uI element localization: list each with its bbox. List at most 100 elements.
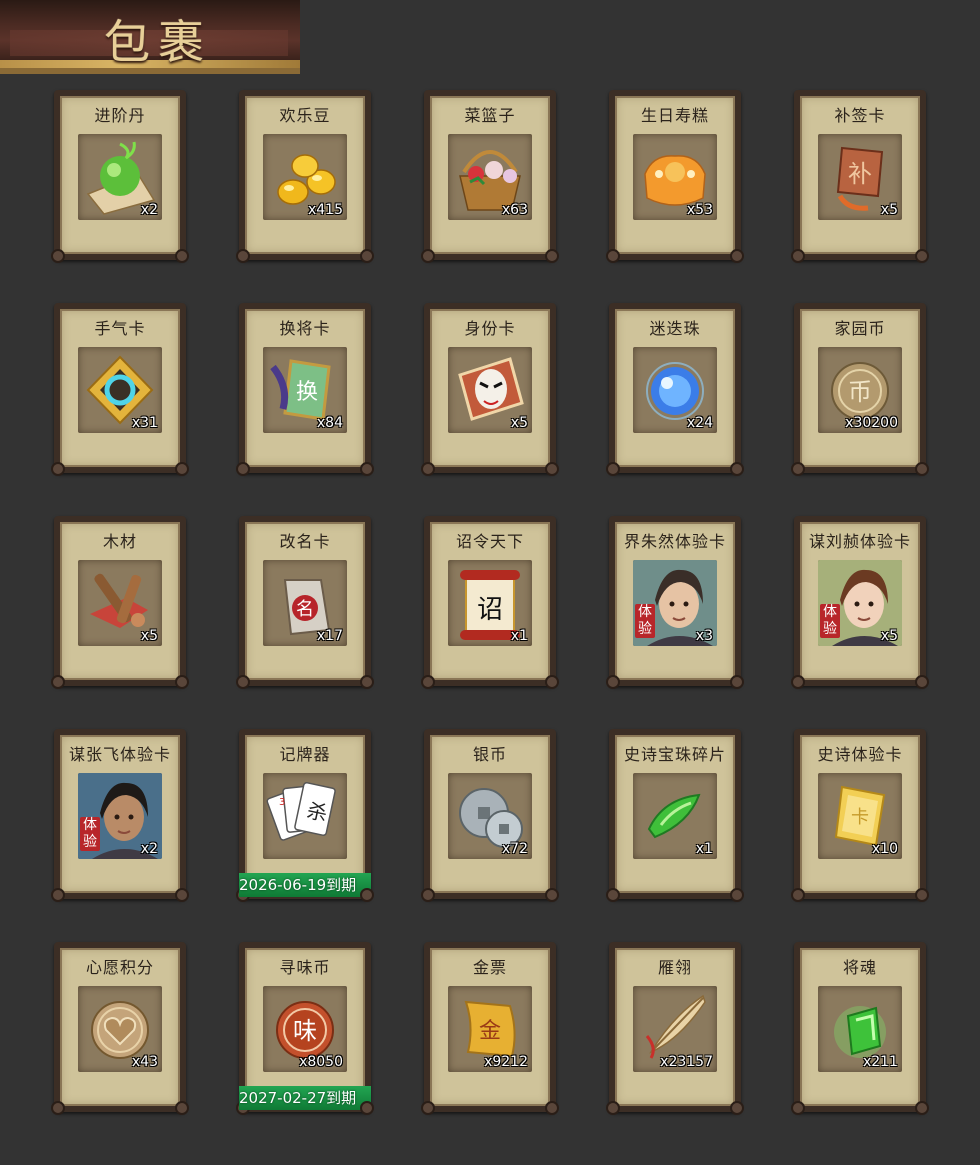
item-name: 欢乐豆	[279, 106, 331, 125]
item-count: x31	[131, 415, 158, 431]
inventory-item[interactable]: 谋刘赪体验卡 体验 x5	[791, 516, 929, 689]
item-name: 家园币	[834, 319, 886, 338]
item-name: 史诗体验卡	[817, 745, 903, 764]
blue-pearl-icon: x24	[633, 347, 717, 433]
expiry-banner: 2027-02-27到期	[239, 1086, 371, 1110]
checkin-card-icon: 补 x5	[818, 134, 902, 220]
item-name: 记牌器	[279, 745, 331, 764]
svg-text:味: 味	[293, 1017, 317, 1045]
item-count: x2	[140, 202, 158, 218]
item-count: x53	[686, 202, 713, 218]
general-portrait-icon: 体验 x5	[818, 560, 902, 646]
inventory-grid: 进阶丹 x2 欢乐豆 x415 菜篮子 x63 生日寿糕 x53 补签卡补 x5 手气卡 x31 换将卡…	[0, 0, 980, 1165]
svg-text:金: 金	[479, 1019, 501, 1044]
inventory-item[interactable]: 家园币币 x30200	[791, 303, 929, 476]
svg-text:3: 3	[279, 797, 285, 808]
item-count: x17	[316, 628, 343, 644]
svg-text:诏: 诏	[477, 595, 503, 625]
inventory-item[interactable]: 菜篮子 x63	[421, 90, 559, 263]
inventory-item[interactable]: 补签卡补 x5	[791, 90, 929, 263]
inventory-item[interactable]: 雁翎 x23157	[606, 942, 744, 1115]
trial-badge: 体验	[80, 817, 100, 851]
item-name: 手气卡	[94, 319, 146, 338]
swap-general-card-icon: 换 x84	[263, 347, 347, 433]
inventory-item[interactable]: 身份卡 x5	[421, 303, 559, 476]
inventory-item[interactable]: 生日寿糕 x53	[606, 90, 744, 263]
item-count: x1	[695, 841, 713, 857]
inventory-item[interactable]: 诏令天下诏 x1	[421, 516, 559, 689]
item-name: 银币	[472, 745, 507, 764]
inventory-item[interactable]: 心愿积分 x43	[51, 942, 189, 1115]
inventory-item[interactable]: 木材 x5	[51, 516, 189, 689]
inventory-item[interactable]: 金票金 x9212	[421, 942, 559, 1115]
item-count: x9212	[484, 1054, 528, 1070]
gold-ticket-icon: 金 x9212	[448, 986, 532, 1072]
item-count: x415	[307, 202, 343, 218]
inventory-item[interactable]: 手气卡 x31	[51, 303, 189, 476]
item-count: x84	[316, 415, 343, 431]
svg-text:名: 名	[296, 599, 314, 620]
rename-card-icon: 名 x17	[263, 560, 347, 646]
item-name: 迷迭珠	[649, 319, 701, 338]
item-name: 补签卡	[834, 106, 886, 125]
svg-text:换: 换	[296, 380, 318, 405]
item-name: 改名卡	[279, 532, 331, 551]
item-name: 生日寿糕	[640, 106, 709, 125]
inventory-item[interactable]: 欢乐豆 x415	[236, 90, 374, 263]
item-count: x23157	[660, 1054, 713, 1070]
home-coin-icon: 币 x30200	[818, 347, 902, 433]
item-name: 雁翎	[657, 958, 692, 977]
item-name: 将魂	[842, 958, 877, 977]
item-count: x43	[131, 1054, 158, 1070]
inventory-item[interactable]: 史诗体验卡卡 x10	[791, 729, 929, 902]
inventory-item[interactable]: 史诗宝珠碎片 x1	[606, 729, 744, 902]
item-count: x10	[871, 841, 898, 857]
green-shard-icon: x1	[633, 773, 717, 859]
inventory-item[interactable]: 记牌器杀 3 2026-06-19到期	[236, 729, 374, 902]
item-count: x5	[510, 415, 528, 431]
item-name: 身份卡	[464, 319, 516, 338]
flavor-coin-icon: 味 x8050	[263, 986, 347, 1072]
gold-beans-icon: x415	[263, 134, 347, 220]
green-orb-icon: x2	[78, 134, 162, 220]
item-count: x3	[695, 628, 713, 644]
general-portrait-icon: 体验 x3	[633, 560, 717, 646]
item-count: x5	[140, 628, 158, 644]
item-count: x72	[501, 841, 528, 857]
inventory-item[interactable]: 寻味币味 x8050 2027-02-27到期	[236, 942, 374, 1115]
general-portrait-icon: 体验 x2	[78, 773, 162, 859]
heart-coin-icon: x43	[78, 986, 162, 1072]
inventory-item[interactable]: 谋张飞体验卡 体验 x2	[51, 729, 189, 902]
green-soul-crystal-icon: x211	[818, 986, 902, 1072]
item-name: 史诗宝珠碎片	[623, 745, 726, 764]
inventory-item[interactable]: 银币 x72	[421, 729, 559, 902]
item-count: x5	[880, 628, 898, 644]
item-count: x2	[140, 841, 158, 857]
inventory-item[interactable]: 改名卡名 x17	[236, 516, 374, 689]
page-title: 包裹	[104, 15, 212, 69]
item-count: x211	[862, 1054, 898, 1070]
trial-badge: 体验	[820, 604, 840, 638]
item-count: x63	[501, 202, 528, 218]
inventory-item[interactable]: 界朱然体验卡体验 x3	[606, 516, 744, 689]
identity-mask-card-icon: x5	[448, 347, 532, 433]
inventory-item[interactable]: 进阶丹 x2	[51, 90, 189, 263]
item-count: x24	[686, 415, 713, 431]
item-count: x1	[510, 628, 528, 644]
svg-text:币: 币	[848, 378, 872, 406]
item-name: 界朱然体验卡	[623, 532, 726, 551]
item-count: x30200	[845, 415, 898, 431]
inventory-item[interactable]: 将魂 x211	[791, 942, 929, 1115]
gold-card-icon: 卡 x10	[818, 773, 902, 859]
item-count: x5	[880, 202, 898, 218]
svg-text:卡: 卡	[851, 807, 869, 828]
luck-card-icon: x31	[78, 347, 162, 433]
inventory-item[interactable]: 换将卡换 x84	[236, 303, 374, 476]
expiry-banner: 2026-06-19到期	[239, 873, 371, 897]
inventory-item[interactable]: 迷迭珠 x24	[606, 303, 744, 476]
edict-scroll-icon: 诏 x1	[448, 560, 532, 646]
svg-text:补: 补	[848, 160, 872, 188]
silver-coin-icon: x72	[448, 773, 532, 859]
trial-badge: 体验	[635, 604, 655, 638]
item-name: 金票	[472, 958, 507, 977]
